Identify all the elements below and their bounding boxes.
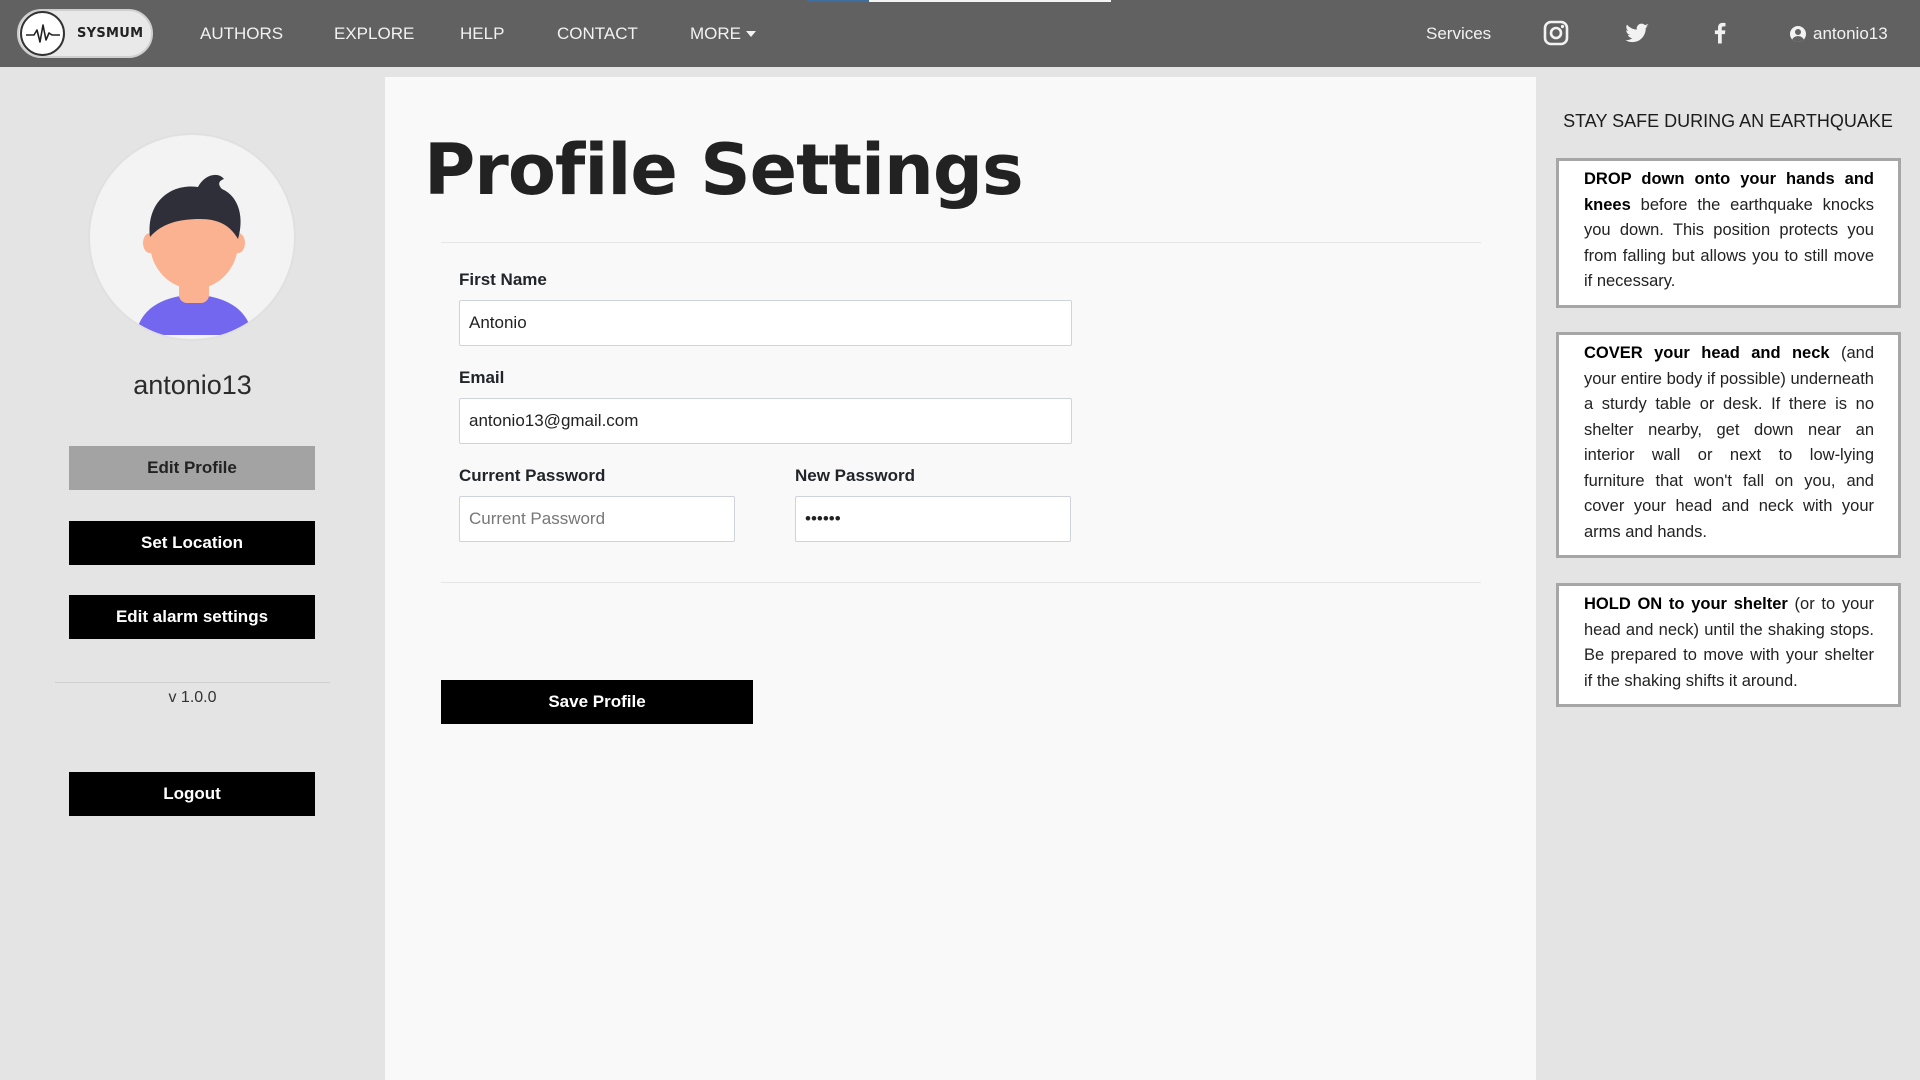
- tip-heading: HOLD ON to your shelter: [1584, 595, 1788, 613]
- app-version: v 1.0.0: [168, 689, 217, 706]
- nav-more-dropdown[interactable]: MORE: [690, 0, 756, 67]
- new-password-label: New Password: [795, 466, 915, 485]
- nav-help[interactable]: HELP: [460, 0, 504, 67]
- seismograph-icon: [20, 11, 65, 56]
- profile-settings-panel: Profile Settings First Name Email Curren…: [385, 77, 1536, 1080]
- brand-logo[interactable]: SYSMUM: [17, 9, 153, 58]
- avatar: [88, 133, 296, 341]
- sidebar-divider: [55, 682, 330, 683]
- facebook-icon[interactable]: [1706, 19, 1734, 47]
- first-name-label: First Name: [459, 270, 547, 289]
- form-divider: [441, 582, 1481, 583]
- profile-sidebar: antonio13 Edit Profile Set Location Edit…: [0, 77, 385, 1080]
- page-title: Profile Settings: [424, 129, 1024, 211]
- email-input[interactable]: [459, 398, 1072, 444]
- tip-text: (and your entire body if possible) under…: [1584, 344, 1875, 541]
- loading-bar-accent: [807, 0, 869, 2]
- caret-down-icon: [746, 30, 756, 37]
- nav-user-menu[interactable]: antonio13: [1790, 0, 1888, 67]
- profile-username: antonio13: [133, 370, 252, 400]
- first-name-input[interactable]: [459, 300, 1072, 346]
- tip-card-hold-on: HOLD ON to your shelter (or to your head…: [1556, 583, 1901, 707]
- set-location-button[interactable]: Set Location: [69, 521, 315, 565]
- tip-heading: COVER your head and neck: [1584, 344, 1830, 362]
- edit-profile-button[interactable]: Edit Profile: [69, 446, 315, 490]
- tip-card-drop: DROP down onto your hands and knees befo…: [1556, 158, 1901, 308]
- edit-alarm-settings-button[interactable]: Edit alarm settings: [69, 595, 315, 639]
- top-navbar: SYSMUM AUTHORS EXPLORE HELP CONTACT MORE…: [0, 0, 1920, 67]
- nav-username: antonio13: [1813, 23, 1888, 43]
- current-password-label: Current Password: [459, 466, 606, 485]
- safety-tips-title: STAY SAFE DURING AN EARTHQUAKE: [1563, 111, 1893, 131]
- nav-explore[interactable]: EXPLORE: [334, 0, 414, 67]
- logout-button[interactable]: Logout: [69, 772, 315, 816]
- safety-tips-sidebar: STAY SAFE DURING AN EARTHQUAKE DROP down…: [1536, 77, 1920, 1080]
- user-circle-icon: [1790, 25, 1806, 42]
- new-password-input[interactable]: [795, 496, 1071, 542]
- email-label: Email: [459, 368, 505, 387]
- title-divider: [441, 242, 1481, 243]
- nav-contact[interactable]: CONTACT: [557, 0, 638, 67]
- instagram-icon[interactable]: [1542, 19, 1570, 47]
- loading-bar: [869, 0, 1111, 2]
- brand-name: SYSMUM: [77, 26, 144, 41]
- save-profile-button[interactable]: Save Profile: [441, 680, 753, 724]
- nav-services[interactable]: Services: [1426, 0, 1491, 67]
- twitter-icon[interactable]: [1623, 19, 1651, 47]
- tip-card-cover: COVER your head and neck (and your entir…: [1556, 332, 1901, 558]
- nav-authors[interactable]: AUTHORS: [200, 0, 283, 67]
- current-password-input[interactable]: [459, 496, 735, 542]
- nav-more-label: MORE: [690, 23, 741, 43]
